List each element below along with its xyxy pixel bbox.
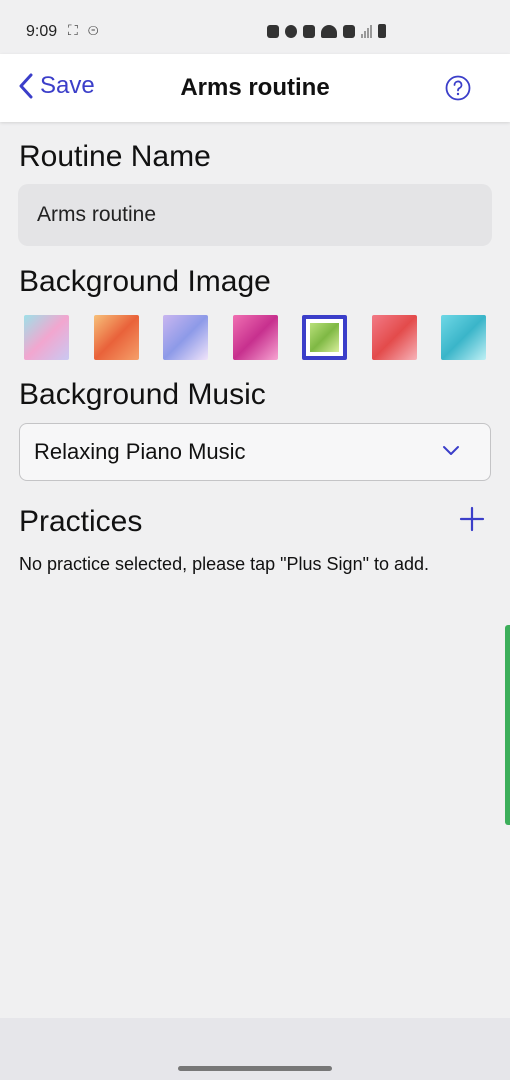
background-thumbnail-lime[interactable]: [302, 315, 347, 360]
practices-heading: Practices: [19, 505, 143, 538]
status-system-icons: [267, 24, 386, 38]
battery-icon: [378, 24, 386, 38]
background-thumbnail-orange[interactable]: [94, 315, 139, 360]
background-thumbnail-lavender[interactable]: [163, 315, 208, 360]
status-bar: 9:09 ⛶ ⊝: [0, 0, 510, 54]
help-icon[interactable]: [445, 75, 471, 101]
call-icon: [343, 24, 355, 38]
status-time: 9:09: [26, 23, 58, 40]
background-thumbnail-image: [310, 323, 339, 352]
mute-icon: [303, 24, 315, 38]
background-music-select[interactable]: Relaxing Piano Music: [19, 423, 491, 481]
status-notification-icons: ⛶ ⊝: [68, 22, 102, 38]
edge-panel-handle[interactable]: [505, 625, 510, 825]
background-music-value: Relaxing Piano Music: [34, 439, 246, 464]
background-music-heading: Background Music: [19, 378, 266, 411]
background-thumbnail-cyan[interactable]: [441, 315, 486, 360]
background-thumbnail-coral[interactable]: [372, 315, 417, 360]
routine-name-field[interactable]: Arms routine: [18, 184, 492, 246]
wifi-icon: [321, 24, 337, 38]
background-image-picker: [24, 315, 486, 360]
home-indicator[interactable]: [178, 1066, 332, 1071]
background-image-heading: Background Image: [19, 265, 271, 298]
nav-bar: Save Arms routine: [0, 54, 510, 122]
signal-icon: [361, 24, 372, 38]
routine-name-value: Arms routine: [37, 203, 157, 226]
add-practice-button[interactable]: [459, 506, 485, 532]
lock-icon: [267, 24, 279, 38]
practices-empty-message: No practice selected, please tap "Plus S…: [19, 554, 430, 574]
alarm-icon: [285, 24, 297, 38]
chevron-down-icon: [443, 446, 459, 455]
background-thumbnail-magenta[interactable]: [233, 315, 278, 360]
background-thumbnail-teal-pink[interactable]: [24, 315, 69, 360]
page-title: Arms routine: [180, 74, 330, 101]
routine-name-heading: Routine Name: [19, 140, 211, 173]
